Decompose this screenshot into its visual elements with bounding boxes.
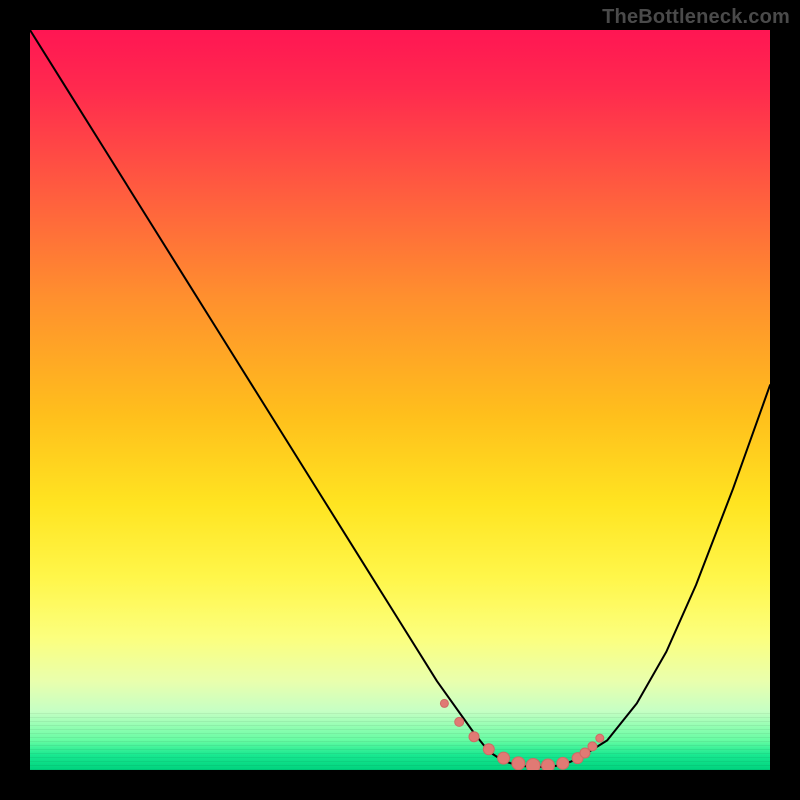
plot-area <box>30 30 770 770</box>
marker-dot <box>512 757 525 770</box>
chart-stage: TheBottleneck.com <box>0 0 800 800</box>
marker-dot <box>455 717 464 726</box>
marker-dot <box>596 734 604 742</box>
optimal-range-markers <box>440 699 603 770</box>
watermark-text: TheBottleneck.com <box>602 6 790 29</box>
marker-dot <box>498 752 510 764</box>
marker-dot <box>483 744 494 755</box>
marker-dot <box>469 732 479 742</box>
bottleneck-curve <box>30 30 770 767</box>
marker-dot <box>588 742 597 751</box>
curve-svg <box>30 30 770 770</box>
marker-dot <box>542 759 555 770</box>
marker-dot <box>580 748 590 758</box>
marker-dot <box>440 699 448 707</box>
marker-dot <box>526 759 540 770</box>
marker-dot <box>557 757 569 769</box>
